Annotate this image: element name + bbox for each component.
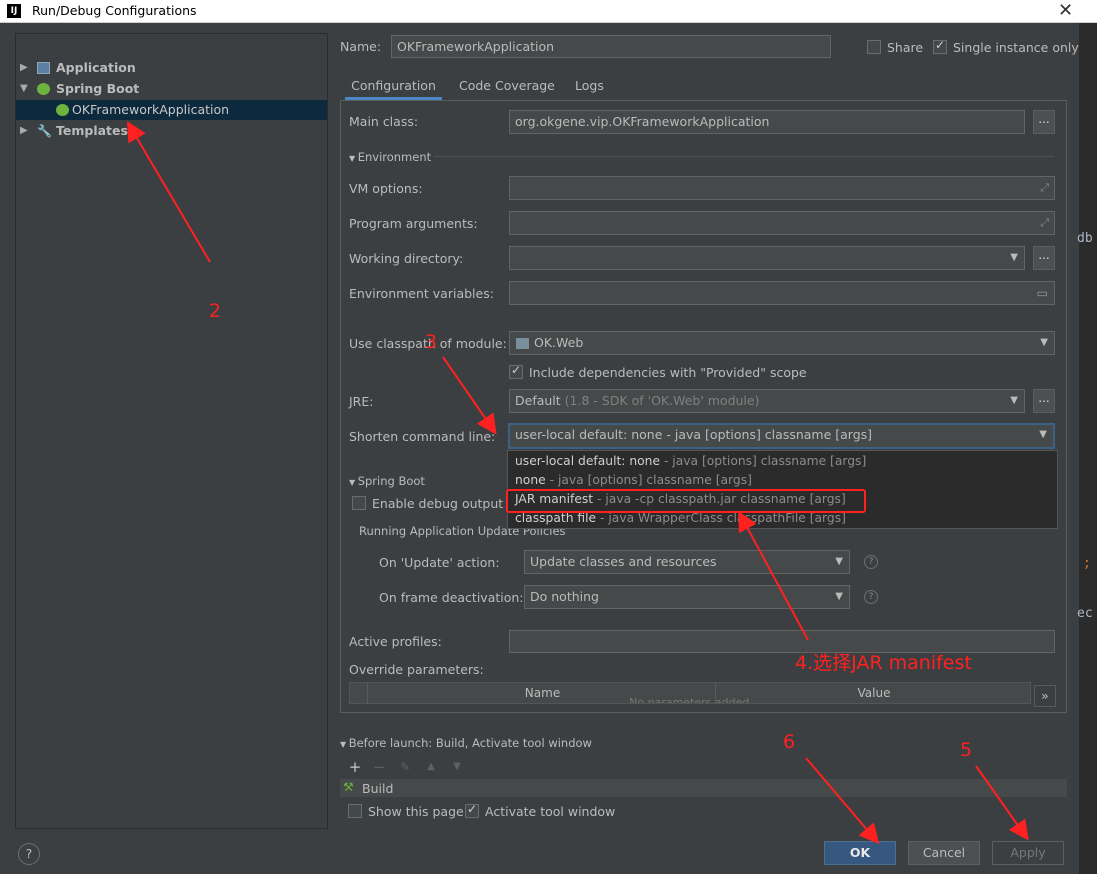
annotation-overlay — [126, 121, 1029, 845]
annotation-arrow-5 — [975, 765, 1029, 841]
annotation-arrow-6 — [805, 757, 880, 845]
annotation-3: 3 — [425, 331, 438, 353]
annotation-arrow-4 — [738, 510, 809, 641]
annotation-6: 6 — [783, 731, 796, 753]
annotation-arrow-2 — [126, 121, 211, 263]
annotation-highlight-box — [506, 489, 866, 513]
annotation-2: 2 — [209, 300, 222, 322]
annotation-5: 5 — [960, 739, 973, 761]
annotation-arrow-3 — [442, 356, 497, 435]
annotation-4: 4.选择JAR manifest — [795, 652, 972, 674]
